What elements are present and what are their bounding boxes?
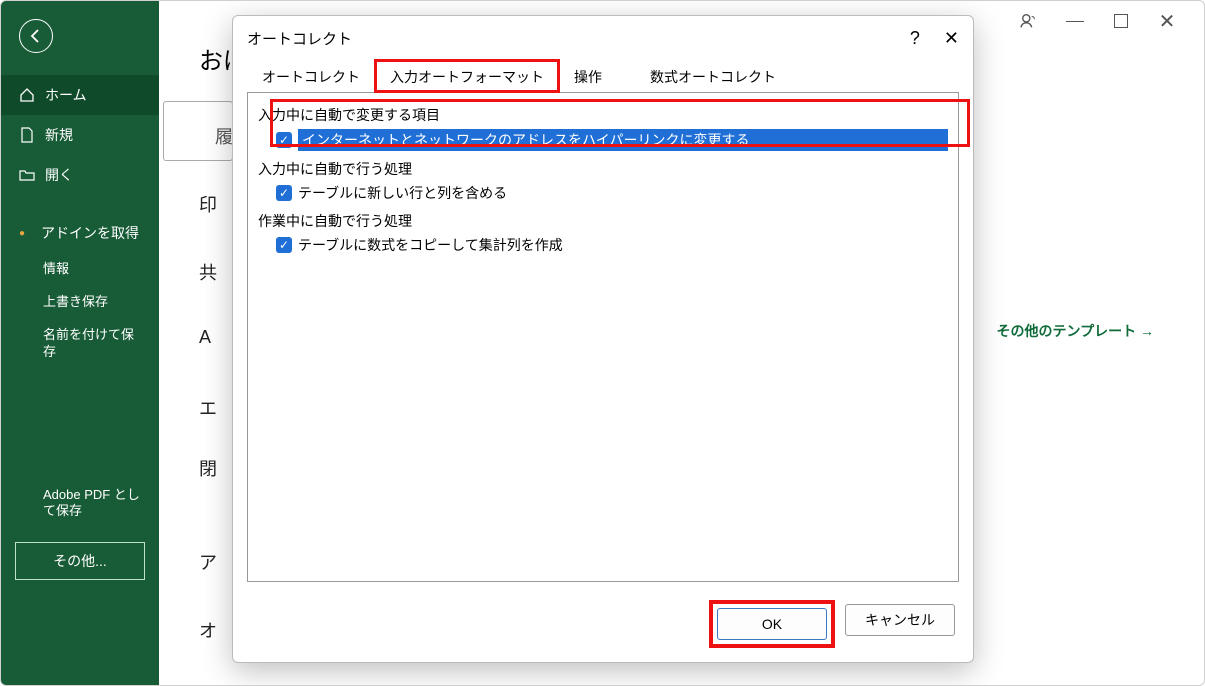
tab-actions[interactable]: 操作 (559, 60, 617, 92)
ok-highlight-annotation: OK (713, 604, 831, 644)
more-templates-link[interactable]: その他のテンプレート → (997, 321, 1154, 341)
group-replace-heading: 入力中に自動で変更する項目 (258, 105, 948, 125)
option-table-rows-label: テーブルに新しい行と列を含める (298, 183, 507, 203)
sidebar-item-save-as[interactable]: 名前を付けて保存 (1, 319, 159, 369)
sidebar-item-adobe-pdf[interactable]: Adobe PDF として保存 (1, 479, 159, 529)
tab-autocorrect[interactable]: オートコレクト (247, 60, 375, 92)
sidebar-item-get-addins[interactable]: ● アドインを取得 (1, 213, 159, 253)
dialog-button-row: OK キャンセル (233, 592, 973, 662)
checkbox-checked-icon[interactable]: ✓ (276, 237, 292, 253)
ok-button[interactable]: OK (717, 608, 827, 640)
dialog-title: オートコレクト (247, 28, 352, 49)
sidebar-home-label: ホーム (45, 85, 87, 105)
sidebar-item-home[interactable]: ホーム (1, 75, 159, 115)
options-panel: 入力中に自動で変更する項目 ✓ インターネットとネットワークのアドレスをハイパー… (247, 92, 959, 582)
sidebar-open-label: 開く (45, 165, 73, 185)
bullet-icon: ● (19, 228, 25, 239)
option-hyperlink-row[interactable]: ✓ インターネットとネットワークのアドレスをハイパーリンクに変更する (258, 127, 948, 153)
bg-label-8: オ (199, 617, 217, 643)
backstage-sidebar: ホーム 新規 開く ● アドインを取得 情報 上書き保存 名前を付けて保存 Ad… (1, 1, 159, 686)
autocorrect-dialog: オートコレクト ? ✕ オートコレクト 入力オートフォーマット 操作 数式オート… (232, 15, 974, 663)
sidebar-item-new[interactable]: 新規 (1, 115, 159, 155)
checkbox-checked-icon[interactable]: ✓ (276, 185, 292, 201)
dialog-titlebar: オートコレクト ? ✕ (233, 16, 973, 60)
bg-label-3: 共 (199, 259, 217, 285)
open-icon (19, 168, 35, 182)
home-icon (19, 87, 35, 103)
bg-label-4: A (199, 327, 211, 348)
dialog-tabs: オートコレクト 入力オートフォーマット 操作 数式オートコレクト (233, 60, 973, 92)
bg-label-7: ア (199, 549, 217, 575)
option-hyperlink-label: インターネットとネットワークのアドレスをハイパーリンクに変更する (298, 129, 948, 151)
sidebar-item-open[interactable]: 開く (1, 155, 159, 195)
sidebar-new-label: 新規 (45, 125, 73, 145)
dialog-close-button[interactable]: ✕ (944, 28, 959, 49)
sidebar-item-save[interactable]: 上書き保存 (1, 286, 159, 319)
option-table-formula-label: テーブルに数式をコピーして集計列を作成 (298, 235, 563, 255)
bg-label-5: エ (199, 395, 217, 421)
sidebar-addins-label: アドインを取得 (41, 223, 139, 243)
sidebar-item-other[interactable]: その他... (15, 542, 145, 580)
group-auto-heading: 作業中に自動で行う処理 (258, 211, 948, 231)
cancel-button[interactable]: キャンセル (845, 604, 955, 636)
group-apply-heading: 入力中に自動で行う処理 (258, 159, 948, 179)
bg-label-2: 印 (199, 191, 217, 217)
checkbox-checked-icon[interactable]: ✓ (276, 132, 292, 148)
option-table-formula-row[interactable]: ✓ テーブルに数式をコピーして集計列を作成 (258, 233, 948, 257)
tab-math-autocorrect[interactable]: 数式オートコレクト (635, 60, 791, 92)
sidebar-item-info[interactable]: 情報 (1, 253, 159, 286)
back-button[interactable] (19, 19, 53, 53)
dialog-help-button[interactable]: ? (910, 28, 920, 49)
bg-label-1: 履 (215, 123, 233, 149)
new-icon (19, 127, 35, 143)
bg-label-6: 閉 (199, 455, 217, 481)
tab-autoformat[interactable]: 入力オートフォーマット (375, 60, 559, 92)
option-table-rows-row[interactable]: ✓ テーブルに新しい行と列を含める (258, 181, 948, 205)
